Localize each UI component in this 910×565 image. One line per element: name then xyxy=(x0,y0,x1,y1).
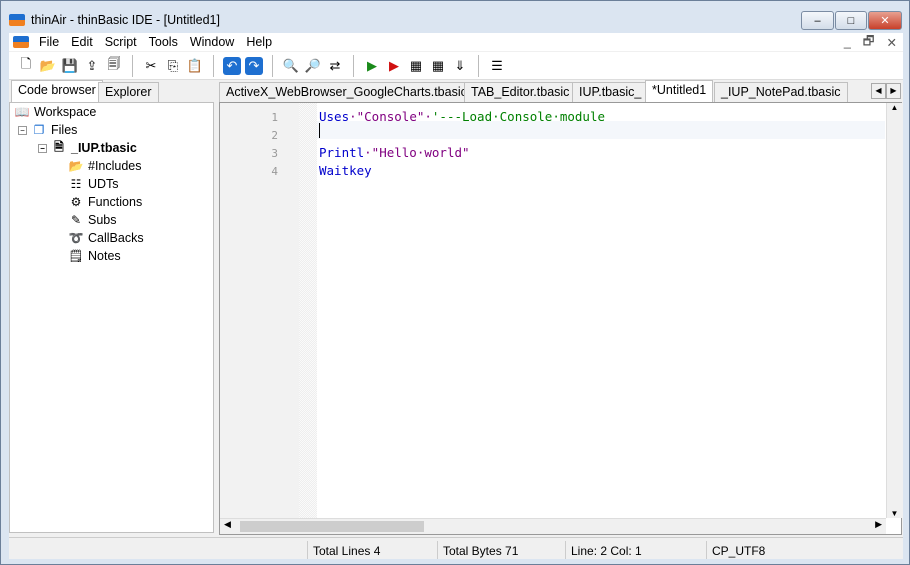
mdi-minimize-button[interactable]: _ xyxy=(838,35,857,49)
line-number: 3 xyxy=(271,147,278,160)
scroll-left-icon[interactable]: ◀ xyxy=(224,519,231,530)
line-number: 2 xyxy=(271,129,278,142)
find-next-icon[interactable]: 🔎 xyxy=(304,57,322,75)
tree-workspace[interactable]: 📖 Workspace xyxy=(14,103,97,121)
menu-tools[interactable]: Tools xyxy=(143,35,184,49)
functions-icon: ⚙ xyxy=(70,195,82,209)
menu-file[interactable]: File xyxy=(33,35,65,49)
tree-item[interactable]: ⚙ Functions xyxy=(68,193,143,211)
run-icon[interactable]: ▶ xyxy=(363,57,381,75)
horizontal-scroll-thumb[interactable] xyxy=(240,521,424,532)
client-area: File Edit Script Tools Window Help _ 🗗 ✕… xyxy=(9,33,903,559)
mdi-close-button[interactable]: ✕ xyxy=(881,35,903,50)
line-number-gutter: 1 2 3 4 xyxy=(220,103,299,518)
save-icon[interactable]: 💾 xyxy=(61,57,79,75)
menu-edit[interactable]: Edit xyxy=(65,35,99,49)
udt-icon: ☷ xyxy=(70,177,82,191)
mdi-restore-button[interactable]: 🗗 xyxy=(857,32,881,53)
tree-file[interactable]: − 🗎 _IUP.tbasic xyxy=(38,139,137,157)
options-icon[interactable]: ☰ xyxy=(488,57,506,75)
files-icon: ❐ xyxy=(33,123,45,137)
status-total-lines: Total Lines 4 xyxy=(307,541,385,559)
vertical-scrollbar[interactable]: ▲ ▼ xyxy=(886,103,902,518)
book-icon: 📖 xyxy=(14,105,30,119)
new-file-icon[interactable]: 🗋 xyxy=(17,56,35,75)
download-icon[interactable]: ⇓ xyxy=(451,57,469,75)
text-cursor xyxy=(319,123,320,138)
save-as-icon[interactable]: ⇪ xyxy=(83,57,101,75)
scroll-right-icon[interactable]: ▶ xyxy=(875,519,882,530)
minimize-button[interactable]: – xyxy=(801,11,834,30)
undo-icon[interactable]: ↶ xyxy=(223,56,241,75)
horizontal-scrollbar[interactable]: ◀ ▶ xyxy=(220,518,886,534)
collapse-icon[interactable]: − xyxy=(18,125,27,135)
tab-code-browser[interactable]: Code browser xyxy=(11,80,103,102)
status-encoding: CP_UTF8 xyxy=(706,541,770,559)
scroll-down-icon[interactable]: ▼ xyxy=(887,509,902,518)
tree-files[interactable]: − ❐ Files xyxy=(18,121,77,139)
status-bar: Total Lines 4 Total Bytes 71 Line: 2 Col… xyxy=(9,537,903,559)
subs-icon: ✎ xyxy=(70,213,82,227)
tab-scroll-left-button[interactable]: ◀ xyxy=(871,83,886,99)
toolbar-separator xyxy=(213,54,214,77)
code-line-4: Waitkey xyxy=(319,163,372,178)
status-total-bytes: Total Bytes 71 xyxy=(437,541,523,559)
run-debug-icon[interactable]: ▶ xyxy=(385,57,403,75)
tree-item[interactable]: 🗒 Notes xyxy=(68,247,120,265)
editor-tab[interactable]: *Untitled1 xyxy=(645,80,714,102)
notes-icon: 🗒 xyxy=(68,249,84,263)
mdi-logo-icon xyxy=(13,36,29,48)
editor-tab[interactable]: TAB_Editor.tbasic xyxy=(464,82,577,102)
editor-tab[interactable]: _IUP_NotePad.tbasic xyxy=(714,82,848,102)
tab-explorer[interactable]: Explorer xyxy=(98,82,159,102)
editor-tab[interactable]: ActiveX_WebBrowser_GoogleCharts.tbasic xyxy=(219,82,474,102)
find-icon[interactable]: 🔍 xyxy=(282,57,300,75)
tree-item[interactable]: ☷ UDTs xyxy=(68,175,119,193)
collapse-icon[interactable]: − xyxy=(38,143,47,153)
code-editor[interactable]: 1 2 3 4 Uses·"Console"·'---Load·Console·mod… xyxy=(219,102,902,535)
toolbar: 🗋 📂 💾 ⇪ 🗐 ✂ ⎘ 📋 ↶ ↷ 🔍 🔎 ⇄ ▶ ▶ ▦ ▦ ⇓ ☰ xyxy=(9,52,903,80)
code-browser-tree: 📖 Workspace − ❐ Files − 🗎 _IUP.tbasic 📂 #Inclu… xyxy=(9,102,214,533)
replace-icon[interactable]: ⇄ xyxy=(326,57,344,75)
scroll-up-icon[interactable]: ▲ xyxy=(887,103,902,112)
fold-margin xyxy=(299,103,317,518)
tree-item[interactable]: 📂 #Includes xyxy=(68,157,142,175)
status-position: Line: 2 Col: 1 xyxy=(565,541,647,559)
obfuscate-icon[interactable]: ▦ xyxy=(407,57,425,75)
main-window: thinAir - thinBasic IDE - [Untitled1] – … xyxy=(0,0,910,565)
menu-bar: File Edit Script Tools Window Help _ 🗗 ✕ xyxy=(9,33,903,51)
menu-script[interactable]: Script xyxy=(99,35,143,49)
app-logo-icon xyxy=(9,14,25,26)
callbacks-icon: ➰ xyxy=(68,231,84,245)
redo-icon[interactable]: ↷ xyxy=(245,56,263,75)
tab-scroll-right-button[interactable]: ▶ xyxy=(886,83,901,99)
line-number: 1 xyxy=(271,111,278,124)
editor-tab[interactable]: IUP.tbasic_ xyxy=(572,82,649,102)
title-bar: thinAir - thinBasic IDE - [Untitled1] xyxy=(9,9,220,31)
bundle-icon[interactable]: ▦ xyxy=(429,57,447,75)
code-line-3: Printl·"Hello·world" xyxy=(319,145,470,160)
window-title: thinAir - thinBasic IDE - [Untitled1] xyxy=(31,13,220,27)
close-button[interactable]: ✕ xyxy=(868,11,902,30)
tree-item[interactable]: ✎ Subs xyxy=(68,211,117,229)
document-icon: 🗎 xyxy=(54,139,64,154)
toolbar-separator xyxy=(272,54,273,77)
toolbar-separator xyxy=(353,54,354,77)
line-number: 4 xyxy=(271,165,278,178)
cut-icon[interactable]: ✂ xyxy=(142,57,160,75)
open-icon[interactable]: 📂 xyxy=(39,57,57,75)
menu-help[interactable]: Help xyxy=(240,35,278,49)
paste-icon[interactable]: 📋 xyxy=(186,57,204,75)
save-all-icon[interactable]: 🗐 xyxy=(105,56,123,75)
toolbar-separator xyxy=(132,54,133,77)
folder-include-icon: 📂 xyxy=(68,159,84,173)
toolbar-separator xyxy=(478,54,479,77)
maximize-button[interactable]: □ xyxy=(835,11,867,30)
tree-item[interactable]: ➰ CallBacks xyxy=(68,229,144,247)
menu-window[interactable]: Window xyxy=(184,35,240,49)
copy-icon[interactable]: ⎘ xyxy=(164,57,182,75)
code-line-1: Uses·"Console"·'---Load·Console·module xyxy=(319,109,605,124)
